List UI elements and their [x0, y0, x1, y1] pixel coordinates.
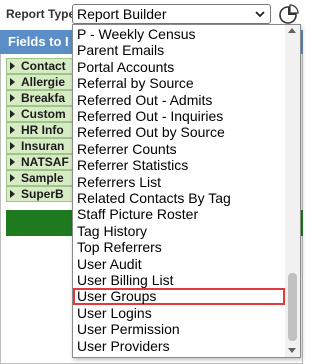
dropdown-option[interactable]: Referrer Statistics — [73, 157, 285, 174]
dropdown-option-label: User Billing List — [77, 272, 174, 288]
dropdown-option-label: User Groups — [77, 288, 157, 305]
field-category-label: SuperB — [21, 187, 64, 201]
scroll-up-arrow-icon[interactable] — [288, 28, 296, 33]
dropdown-option-label: Referrer Counts — [77, 140, 177, 157]
field-category-label: Breakfa — [21, 91, 66, 105]
report-type-dropdown: P - Weekly Census Parent Emails Portal Acc… — [72, 24, 301, 358]
expand-caret-icon — [10, 62, 15, 70]
dropdown-option-label: Staff Picture Roster — [77, 206, 199, 223]
dropdown-option-label: Referred Out - Inquiries — [77, 108, 224, 124]
dropdown-option-label: Related Contacts By Tag — [77, 190, 231, 206]
dropdown-option[interactable]: User Permission — [73, 321, 285, 338]
dropdown-option-label: Parent Emails — [77, 42, 165, 59]
expand-caret-icon — [10, 142, 15, 150]
field-category-label: Contact — [21, 59, 66, 73]
expand-caret-icon — [10, 158, 15, 166]
dropdown-option[interactable]: Top Referrers — [73, 239, 285, 256]
dropdown-option-label: User Providers — [77, 337, 170, 354]
dropdown-option-label: Portal Accounts — [77, 58, 175, 75]
expand-caret-icon — [10, 174, 15, 182]
dropdown-option[interactable]: User Billing List — [73, 272, 285, 289]
dropdown-option[interactable]: Referrers List — [73, 174, 285, 191]
field-category-label: HR Info — [21, 123, 64, 137]
dropdown-option-label: Referred Out by Source — [77, 124, 225, 141]
dropdown-option-label: P - Weekly Census — [77, 26, 196, 42]
dropdown-option[interactable]: Related Contacts By Tag — [73, 190, 285, 207]
dropdown-option-label: User Permission — [77, 321, 180, 338]
dropdown-option[interactable]: User Providers — [73, 338, 285, 355]
dropdown-option-label: Tag History — [77, 222, 148, 239]
field-category-label: Allergie — [21, 75, 66, 89]
field-category-label: Insuran — [21, 139, 65, 153]
expand-caret-icon — [10, 78, 15, 86]
dropdown-option[interactable]: Referrer Counts — [73, 141, 285, 158]
dropdown-option[interactable]: User Groups — [73, 288, 285, 306]
dropdown-option[interactable]: Portal Accounts — [73, 59, 285, 76]
expand-caret-icon — [10, 94, 15, 102]
expand-caret-icon — [10, 126, 15, 134]
dropdown-option[interactable]: User Logins — [73, 305, 285, 322]
expand-caret-icon — [10, 110, 15, 118]
report-type-label: Report Type: — [6, 7, 80, 21]
dropdown-option[interactable]: Referral by Source — [73, 75, 285, 92]
field-category-label: NATSAF — [21, 155, 69, 169]
dropdown-option[interactable]: Referred Out - Admits — [73, 92, 285, 109]
dropdown-option[interactable]: Parent Emails — [73, 42, 285, 59]
dropdown-option-label: User Logins — [77, 304, 152, 321]
dropdown-scrollbar[interactable] — [285, 25, 300, 357]
dropdown-option[interactable]: P - Weekly Census — [73, 26, 285, 43]
dropdown-option-label: Referrer Statistics — [77, 157, 189, 174]
field-category-label: Sample — [21, 171, 64, 185]
chevron-down-icon — [255, 11, 265, 18]
pie-chart-icon[interactable] — [278, 3, 300, 25]
dropdown-option[interactable]: Referred Out - Inquiries — [73, 108, 285, 125]
dropdown-option[interactable]: Tag History — [73, 223, 285, 240]
dropdown-option-label: User Audit — [77, 255, 142, 272]
dropdown-option-label: Referral by Source — [77, 75, 194, 92]
report-type-selected-value: Report Builder — [77, 6, 167, 22]
expand-caret-icon — [10, 190, 15, 198]
scroll-down-arrow-icon[interactable] — [288, 348, 296, 353]
report-type-select[interactable]: Report Builder — [72, 4, 271, 24]
dropdown-option-label: Referred Out - Admits — [77, 91, 213, 108]
dropdown-option-label: Referrers List — [77, 173, 162, 190]
dropdown-option[interactable]: Staff Picture Roster — [73, 206, 285, 223]
dropdown-option-label: Top Referrers — [77, 239, 162, 256]
field-category-label: Custom — [21, 107, 66, 121]
dropdown-option[interactable]: User Audit — [73, 256, 285, 273]
scrollbar-thumb[interactable] — [288, 273, 297, 341]
dropdown-option[interactable]: Referred Out by Source — [73, 124, 285, 141]
fields-panel-title: Fields to I — [8, 34, 69, 49]
